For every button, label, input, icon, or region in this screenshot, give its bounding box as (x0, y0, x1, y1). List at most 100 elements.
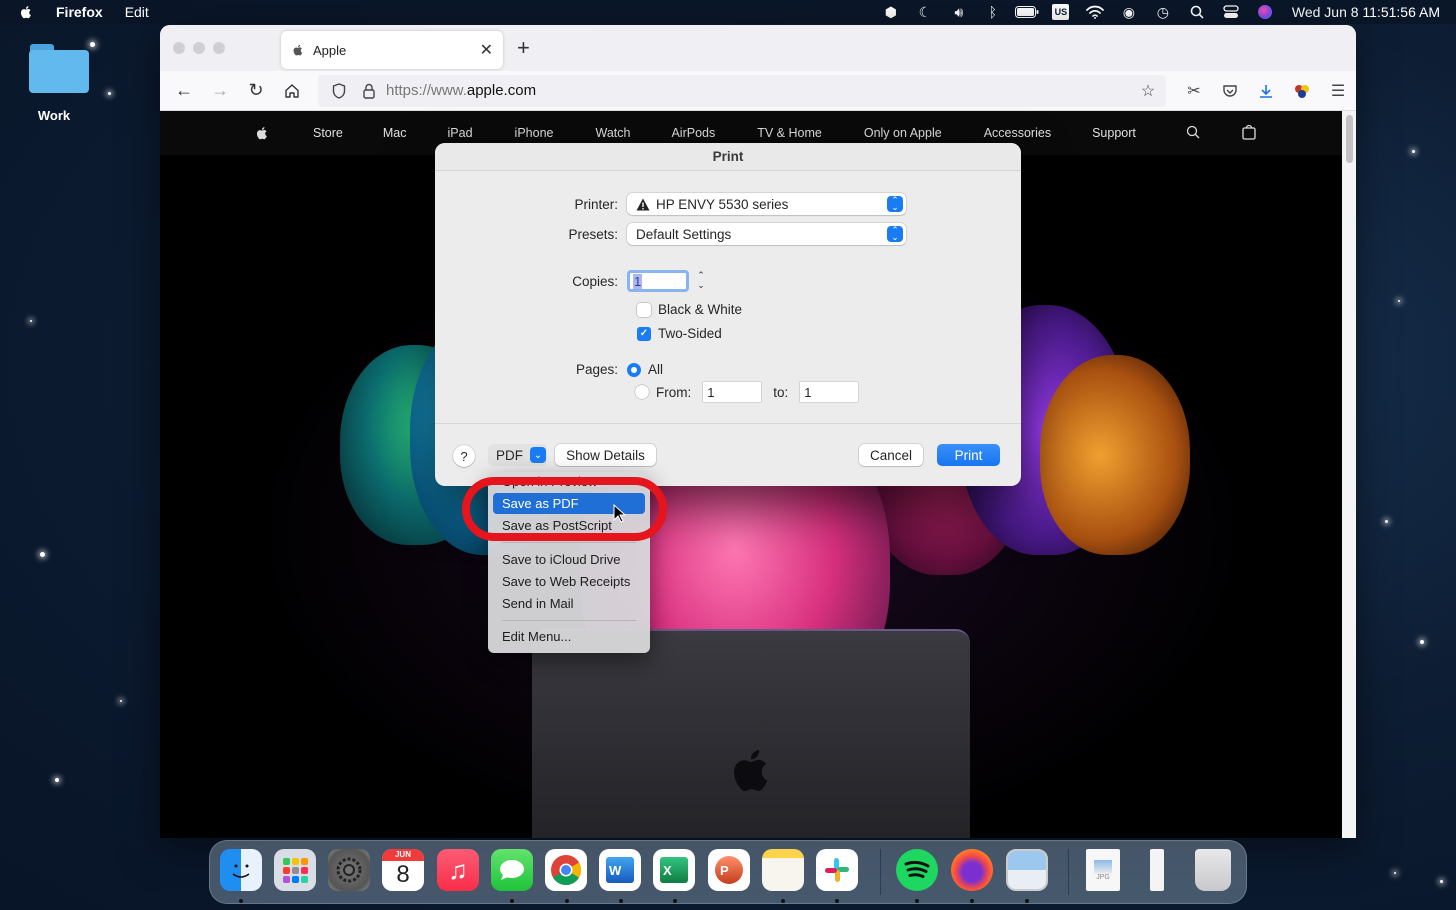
menu-item-edit-menu[interactable]: Edit Menu... (493, 626, 645, 647)
url-bar[interactable]: https://www. apple.com ☆ (318, 74, 1166, 107)
help-button[interactable]: ? (453, 445, 475, 467)
folder-label: Work (37, 108, 71, 123)
menu-item-send-in-mail[interactable]: Send in Mail (493, 593, 645, 614)
copies-label: Copies: (572, 273, 618, 289)
extension-icon[interactable] (1284, 76, 1320, 106)
user-account-icon[interactable]: ◉ (1112, 0, 1146, 24)
two-sided-checkbox[interactable]: ✓ (637, 326, 651, 341)
menu-item-open-in-preview[interactable]: Open in Preview (493, 472, 645, 492)
dock: JUN 8 ♫ W X P JPG (209, 840, 1247, 904)
nav-accessories[interactable]: Accessories (984, 126, 1051, 140)
battery-icon[interactable] (1010, 0, 1044, 24)
scrollbar-thumb[interactable] (1346, 115, 1353, 163)
close-window-button[interactable] (173, 42, 185, 54)
control-center-icon[interactable] (1214, 0, 1248, 24)
lock-icon[interactable] (356, 83, 382, 99)
running-indicator (1025, 899, 1029, 903)
dropbox-icon[interactable]: ⬢ (874, 0, 908, 24)
pages-from-input[interactable]: 1 (703, 382, 762, 402)
nav-store[interactable]: Store (313, 126, 343, 140)
menu-item-save-to-icloud-drive[interactable]: Save to iCloud Drive (493, 549, 645, 570)
nav-iphone[interactable]: iPhone (515, 126, 554, 140)
dock-word-icon[interactable]: W (599, 849, 641, 891)
wifi-icon[interactable] (1078, 0, 1112, 24)
dock-powerpoint-icon[interactable]: P (708, 849, 750, 891)
dock-excel-icon[interactable]: X (653, 849, 695, 891)
printer-select[interactable]: HP ENVY 5530 series ⌃ ⌄ (627, 193, 906, 215)
cancel-button[interactable]: Cancel (859, 444, 923, 466)
reload-icon[interactable]: ↻ (238, 76, 274, 106)
black-white-checkbox[interactable] (637, 302, 651, 317)
dock-launchpad-icon[interactable] (274, 849, 316, 891)
new-tab-button[interactable]: + (517, 35, 530, 61)
dock-messages-icon[interactable] (491, 849, 533, 891)
print-button[interactable]: Print (937, 444, 1000, 466)
show-details-button[interactable]: Show Details (555, 444, 656, 466)
dock-system-preferences-icon[interactable] (328, 849, 370, 891)
nav-support[interactable]: Support (1092, 126, 1136, 140)
siri-icon[interactable] (1248, 0, 1282, 24)
bookmark-star-icon[interactable]: ☆ (1130, 76, 1166, 106)
dock-notes-icon[interactable] (762, 849, 804, 891)
minimize-window-button[interactable] (193, 42, 205, 54)
nav-only-on-apple[interactable]: Only on Apple (864, 126, 942, 140)
dock-finder-icon[interactable] (220, 849, 262, 891)
pdf-menu-button[interactable]: PDF ⌄ (488, 444, 547, 466)
zoom-window-button[interactable] (213, 42, 225, 54)
dock-separator (880, 849, 881, 895)
dock-spotify-icon[interactable] (896, 849, 938, 891)
copies-input[interactable]: 1 (627, 270, 689, 292)
close-tab-icon[interactable]: ✕ (480, 40, 493, 60)
dock-firefox-icon[interactable] (951, 849, 993, 891)
volume-icon[interactable]: 🔊︎ (942, 0, 976, 24)
printer-value: HP ENVY 5530 series (656, 196, 789, 212)
dock-trash-icon[interactable] (1195, 849, 1231, 891)
bluetooth-icon[interactable]: ᛒ (976, 0, 1010, 24)
home-icon[interactable] (274, 76, 310, 106)
apple-search-icon[interactable] (1186, 125, 1200, 142)
moon-icon[interactable]: ☾ (908, 0, 942, 24)
dock-music-icon[interactable]: ♫ (437, 849, 479, 891)
pages-all-radio[interactable] (627, 362, 641, 377)
spotlight-search-icon[interactable] (1180, 0, 1214, 24)
back-icon[interactable]: ← (166, 76, 202, 106)
window-controls (173, 42, 225, 54)
pages-to-input[interactable]: 1 (800, 382, 859, 402)
nav-mac[interactable]: Mac (383, 126, 407, 140)
apple-menu-icon[interactable] (18, 4, 34, 20)
dock-jpg-file-icon[interactable]: JPG (1086, 849, 1120, 891)
dock-document-icon[interactable] (1150, 849, 1164, 891)
warning-icon (636, 198, 650, 210)
tab-apple[interactable]: Apple ✕ (281, 31, 503, 69)
screenshot-icon[interactable]: ✂ (1176, 76, 1212, 106)
nav-ipad[interactable]: iPad (448, 126, 473, 140)
dock-calendar-icon[interactable]: JUN 8 (382, 849, 424, 891)
presets-select[interactable]: Default Settings ⌃ ⌄ (627, 223, 906, 245)
menubar-clock[interactable]: Wed Jun 8 11:51:56 AM (1292, 4, 1440, 20)
copies-stepper[interactable]: ⌃ ⌄ (695, 270, 707, 292)
forward-icon[interactable]: → (202, 76, 238, 106)
dock-preview-icon[interactable] (1006, 849, 1048, 891)
desktop-folder-work[interactable]: Work (18, 40, 90, 123)
nav-tv-home[interactable]: TV & Home (757, 126, 822, 140)
page-scrollbar[interactable] (1342, 111, 1356, 838)
time-machine-icon[interactable]: ◷ (1146, 0, 1180, 24)
downloads-icon[interactable] (1248, 76, 1284, 106)
running-indicator (970, 899, 974, 903)
input-source-us[interactable]: US (1044, 0, 1078, 24)
menu-item-save-to-web-receipts[interactable]: Save to Web Receipts (493, 571, 645, 592)
shopping-bag-icon[interactable] (1242, 124, 1256, 143)
pages-from-radio[interactable] (635, 385, 649, 399)
nav-watch[interactable]: Watch (595, 126, 630, 140)
running-indicator (510, 899, 514, 903)
menu-edit[interactable]: Edit (125, 4, 149, 20)
app-menu-icon[interactable]: ☰ (1320, 76, 1356, 106)
apple-logo-icon[interactable] (254, 125, 270, 141)
menu-app-name[interactable]: Firefox (56, 4, 103, 20)
nav-airpods[interactable]: AirPods (671, 126, 715, 140)
url-host: apple.com (466, 82, 537, 99)
dock-slack-icon[interactable] (816, 849, 858, 891)
tracking-protection-shield-icon[interactable] (326, 82, 352, 99)
pocket-icon[interactable] (1212, 76, 1248, 106)
dock-chrome-icon[interactable] (545, 849, 587, 891)
